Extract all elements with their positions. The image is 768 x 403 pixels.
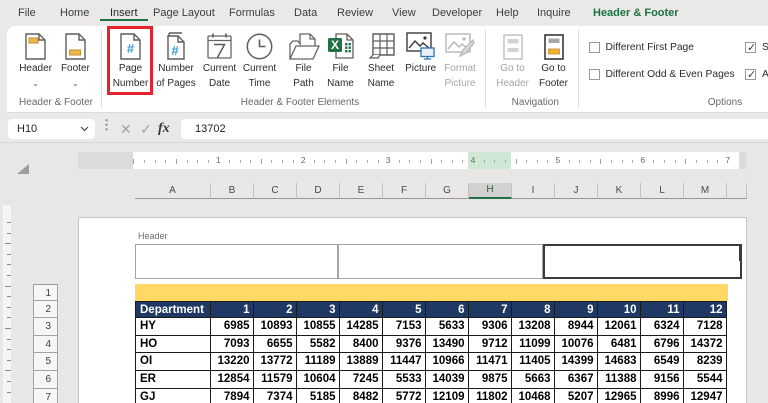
- svg-text:X: X: [330, 38, 338, 52]
- svg-text:#: #: [171, 43, 179, 58]
